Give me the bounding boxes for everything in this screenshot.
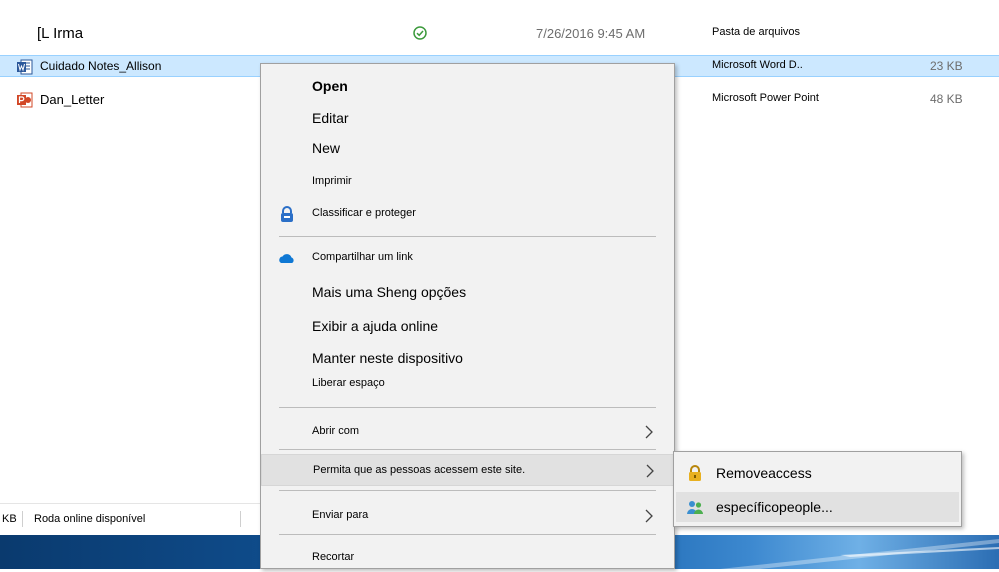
menu-item-new[interactable]: New [261,134,674,162]
menu-separator [279,534,656,535]
status-size-fragment: KB [2,513,17,525]
people-icon [687,501,703,514]
file-type: Pasta de arquivos [712,26,801,38]
menu-item-more-options[interactable]: Mais uma Sheng opções [261,278,674,306]
menu-item-edit[interactable]: Editar [261,104,674,132]
chevron-right-icon [646,464,654,478]
context-menu: Open Editar New Imprimir Classificar e p… [260,63,675,569]
status-divider [240,511,241,527]
file-size: 48 KB [930,92,963,106]
menu-item-label: Exibir a ajuda online [312,318,439,334]
protect-lock-icon [281,206,293,222]
file-row-irma[interactable]: [L Irma 7/26/2016 9:45 AM Pasta de arqui… [0,23,999,45]
file-name: Cuidado Notes_Allison [40,59,162,73]
file-date: 7/26/2016 9:45 AM [536,26,646,41]
menu-item-free-space[interactable]: Liberar espaço [261,371,674,399]
menu-item-help-online[interactable]: Exibir a ajuda online [261,312,674,340]
word-doc-icon [17,59,33,75]
menu-item-label: Permita que as pessoas acessem este site… [313,464,526,476]
padlock-icon [689,465,701,481]
menu-item-label: Abrir com [312,425,360,437]
chevron-right-icon [645,509,653,523]
menu-separator [279,407,656,408]
menu-item-label: Mais uma Sheng opções [312,284,467,300]
menu-item-label: Compartilhar um link [312,251,413,263]
menu-item-label: Liberar espaço [312,377,385,389]
file-type: Microsoft Word D.. [712,59,803,71]
menu-item-label: Editar [312,110,349,126]
submenu-item-label: Removeaccess [716,465,812,481]
file-type: Microsoft Power Point [712,92,819,104]
menu-item-label: Open [312,78,348,94]
file-size: 23 KB [930,59,963,73]
status-bar: KB Roda online disponível [0,503,260,534]
menu-item-label: Enviar para [312,509,369,521]
menu-item-open[interactable]: Open [261,72,674,100]
status-availability: Roda online disponível [34,513,146,525]
menu-separator [279,449,656,450]
menu-item-label: Manter neste dispositivo [312,350,463,366]
file-name: [L Irma [37,25,84,42]
sync-ok-icon [413,26,427,40]
menu-item-print[interactable]: Imprimir [261,168,674,196]
menu-item-cut[interactable]: Recortar [261,544,674,572]
chevron-right-icon [645,425,653,439]
menu-item-allow-access[interactable]: Permita que as pessoas acessem este site… [261,454,674,486]
submenu-item-remove-access[interactable]: Removeaccess [676,458,959,488]
submenu-item-label: específicopeople... [716,499,833,515]
menu-separator [279,490,656,491]
submenu-item-specific-people[interactable]: específicopeople... [676,492,959,522]
menu-item-label: Recortar [312,551,355,563]
menu-item-label: Classificar e proteger [312,207,416,219]
menu-item-label: Imprimir [312,175,352,187]
menu-item-send-to[interactable]: Enviar para [261,502,674,530]
access-submenu: Removeaccess específicopeople... [673,451,962,527]
menu-item-open-with[interactable]: Abrir com [261,418,674,446]
menu-item-classify-protect[interactable]: Classificar e proteger [261,200,674,228]
menu-item-keep-on-device[interactable]: Manter neste dispositivo [261,344,674,372]
menu-item-label: New [312,140,341,156]
menu-item-share-link[interactable]: Compartilhar um link [261,244,674,272]
menu-separator [279,236,656,237]
powerpoint-icon [17,92,33,108]
onedrive-cloud-icon [279,254,294,263]
status-divider [22,511,23,527]
file-name: Dan_Letter [40,92,105,107]
